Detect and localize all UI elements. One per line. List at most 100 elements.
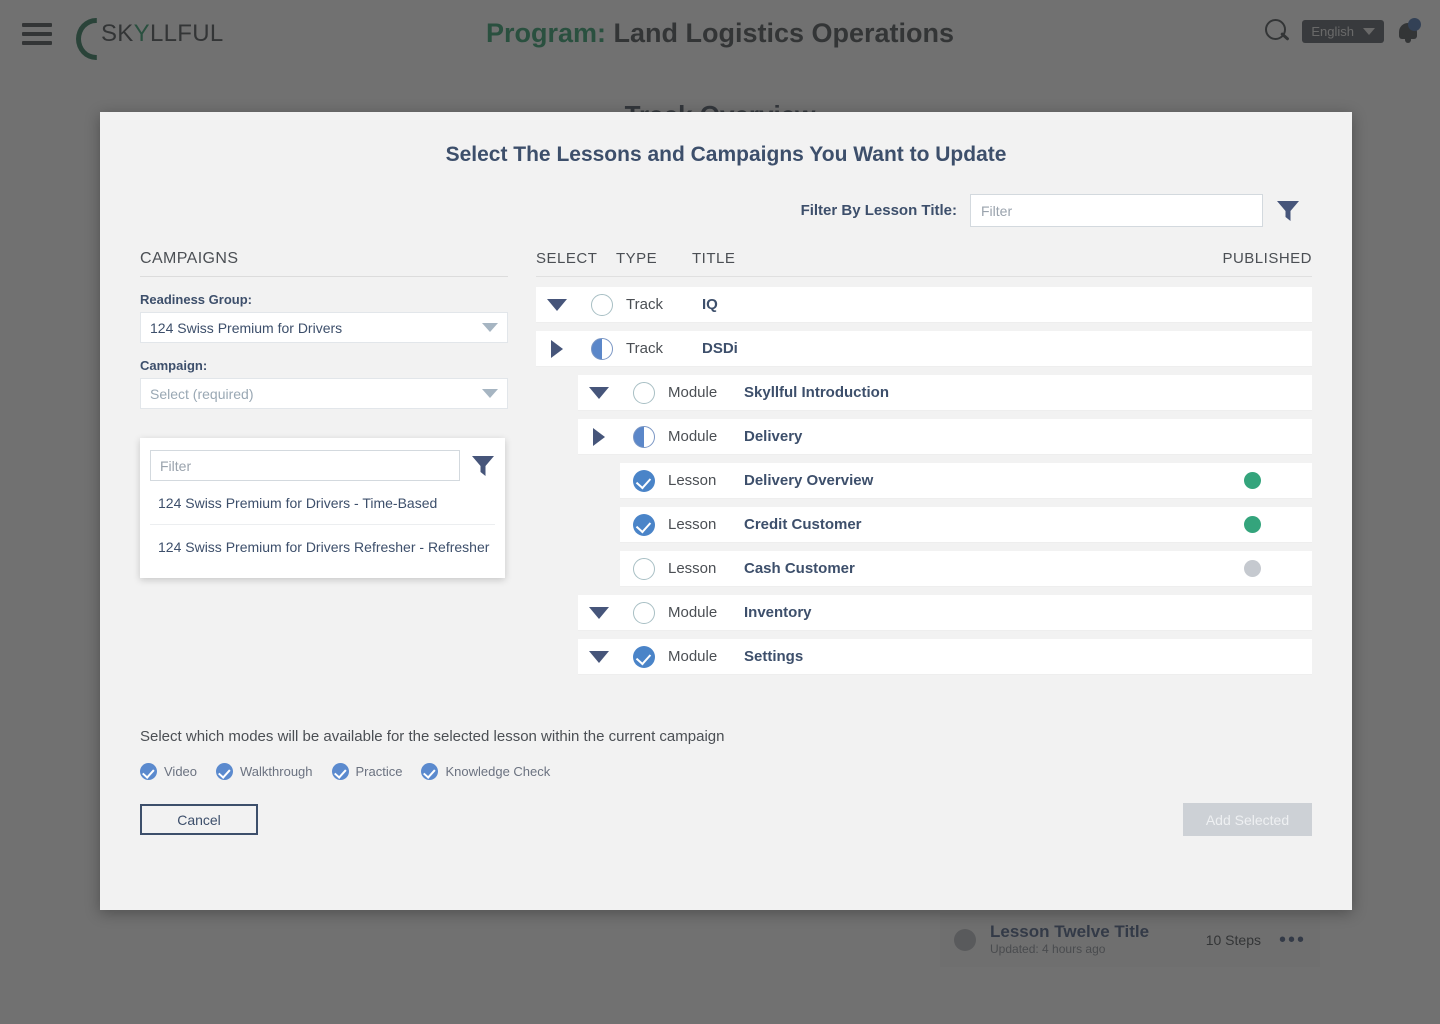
row-select-checkbox[interactable]	[620, 381, 668, 404]
select-lessons-modal: Select The Lessons and Campaigns You Wan…	[100, 112, 1352, 910]
table-row[interactable]: Lesson Cash Customer	[620, 551, 1312, 587]
row-select-checkbox[interactable]	[578, 293, 626, 316]
readiness-group-value: 124 Swiss Premium for Drivers	[150, 319, 343, 336]
table-row[interactable]: Lesson Delivery Overview	[620, 463, 1312, 499]
campaign-label: Campaign:	[140, 358, 208, 373]
row-select-checkbox[interactable]	[578, 337, 626, 360]
row-type: Module	[668, 428, 718, 445]
campaign-select[interactable]: Select (required)	[140, 378, 508, 409]
mode-checkbox[interactable]: Video	[140, 763, 197, 780]
row-select-checkbox[interactable]	[620, 425, 668, 448]
column-header-type: TYPE	[616, 250, 658, 267]
checkbox-checked-icon	[216, 763, 234, 780]
mode-checkbox[interactable]: Walkthrough	[216, 763, 313, 780]
row-title: Inventory	[744, 604, 812, 621]
column-header-title: TITLE	[692, 250, 736, 267]
mode-label: Video	[164, 764, 198, 779]
mode-label: Practice	[355, 764, 403, 779]
mode-checkbox[interactable]: Practice	[331, 763, 403, 780]
table-row[interactable]: Module Delivery	[578, 419, 1312, 455]
app-root: SKYLLFUL Program: Land Logistics Operati…	[0, 0, 1440, 1024]
row-select-checkbox[interactable]	[620, 557, 668, 580]
chevron-right-icon[interactable]	[578, 427, 620, 446]
row-title: IQ	[702, 296, 718, 313]
lesson-filter-input[interactable]	[970, 194, 1263, 227]
readiness-group-select[interactable]: 124 Swiss Premium for Drivers	[140, 312, 508, 343]
column-header-published: PUBLISHED	[1222, 250, 1312, 267]
table-row[interactable]: Module Settings	[578, 639, 1312, 675]
table-row[interactable]: Lesson Credit Customer	[620, 507, 1312, 543]
row-type: Lesson	[668, 516, 717, 533]
checkbox-half-icon	[591, 337, 613, 360]
published-status	[1222, 560, 1312, 577]
row-type: Track	[626, 340, 663, 357]
checkbox-empty-icon	[591, 293, 613, 316]
checkbox-empty-icon	[633, 381, 655, 404]
readiness-group-label: Readiness Group:	[140, 292, 252, 307]
campaign-value: Select (required)	[150, 385, 254, 402]
published-dot-gray	[1244, 560, 1261, 577]
checkbox-checked-icon	[140, 763, 157, 780]
published-status	[1222, 472, 1312, 489]
row-select-checkbox[interactable]	[620, 645, 668, 668]
checkbox-empty-icon	[633, 557, 655, 580]
campaign-option[interactable]: 124 Swiss Premium for Drivers Refresher …	[150, 524, 495, 568]
table-row[interactable]: Module Skyllful Introduction	[578, 375, 1312, 411]
lesson-filter-row: Filter By Lesson Title:	[100, 194, 1352, 227]
checkbox-checked-icon	[331, 763, 349, 780]
campaign-dropdown-panel: 124 Swiss Premium for Drivers - Time-Bas…	[140, 438, 505, 578]
checkbox-full-icon	[633, 469, 655, 492]
row-title: DSDi	[702, 340, 738, 357]
checkbox-half-icon	[633, 425, 655, 448]
row-title: Delivery Overview	[744, 472, 874, 489]
row-type: Lesson	[668, 560, 717, 577]
row-title: Credit Customer	[744, 516, 862, 533]
column-header-select: SELECT	[536, 250, 598, 267]
mode-checkbox[interactable]: Knowledge Check	[421, 763, 550, 780]
chevron-down-icon[interactable]	[578, 386, 620, 399]
table-row[interactable]: Track DSDi	[536, 331, 1312, 367]
checkbox-empty-icon	[633, 601, 655, 624]
lesson-filter-label: Filter By Lesson Title:	[800, 202, 957, 219]
row-select-checkbox[interactable]	[620, 513, 668, 536]
funnel-icon[interactable]	[1276, 200, 1300, 222]
cancel-button[interactable]: Cancel	[140, 804, 258, 835]
checkbox-full-icon	[633, 645, 655, 668]
published-dot-green	[1244, 516, 1261, 533]
chevron-right-icon[interactable]	[536, 339, 578, 358]
table-row[interactable]: Track IQ	[536, 287, 1312, 323]
lesson-tree-rows: Track IQ Track DSDi Module Skyllful Introduct…	[536, 287, 1312, 675]
modal-footer: Cancel Add Selected	[100, 803, 1352, 836]
row-select-checkbox[interactable]	[620, 469, 668, 492]
chevron-down-icon[interactable]	[536, 298, 578, 311]
checkbox-checked-icon	[421, 763, 439, 780]
chevron-down-icon	[482, 323, 498, 332]
modes-description: Select which modes will be available for…	[140, 728, 725, 745]
checkbox-full-icon	[633, 513, 655, 536]
lesson-tree-panel: SELECT TYPE TITLE PUBLISHED Track IQ Track…	[536, 250, 1312, 683]
campaigns-panel: CAMPAIGNS Readiness Group: 124 Swiss Pre…	[140, 250, 508, 683]
row-type: Lesson	[668, 472, 717, 489]
table-row[interactable]: Module Inventory	[578, 595, 1312, 631]
row-type: Track	[626, 296, 663, 313]
chevron-down-icon[interactable]	[578, 650, 620, 663]
row-type: Module	[668, 648, 718, 665]
row-title: Cash Customer	[744, 560, 855, 577]
campaign-filter-input[interactable]	[150, 450, 460, 481]
modal-title: Select The Lessons and Campaigns You Wan…	[445, 143, 1007, 166]
add-selected-button[interactable]: Add Selected	[1183, 803, 1312, 836]
row-type: Module	[668, 384, 718, 401]
campaign-option[interactable]: 124 Swiss Premium for Drivers - Time-Bas…	[150, 481, 495, 524]
chevron-down-icon[interactable]	[578, 606, 620, 619]
mode-label: Walkthrough	[240, 764, 313, 779]
published-status	[1222, 516, 1312, 533]
row-title: Delivery	[744, 428, 803, 445]
row-title: Settings	[744, 648, 804, 665]
lesson-tree-header: SELECT TYPE TITLE PUBLISHED	[536, 250, 1312, 277]
campaign-dropdown-filter-row	[150, 450, 495, 481]
funnel-icon[interactable]	[471, 455, 495, 477]
modes-section: Select which modes will be available for…	[100, 728, 1352, 780]
mode-label: Knowledge Check	[445, 764, 551, 779]
row-select-checkbox[interactable]	[620, 601, 668, 624]
row-type: Module	[668, 604, 718, 621]
